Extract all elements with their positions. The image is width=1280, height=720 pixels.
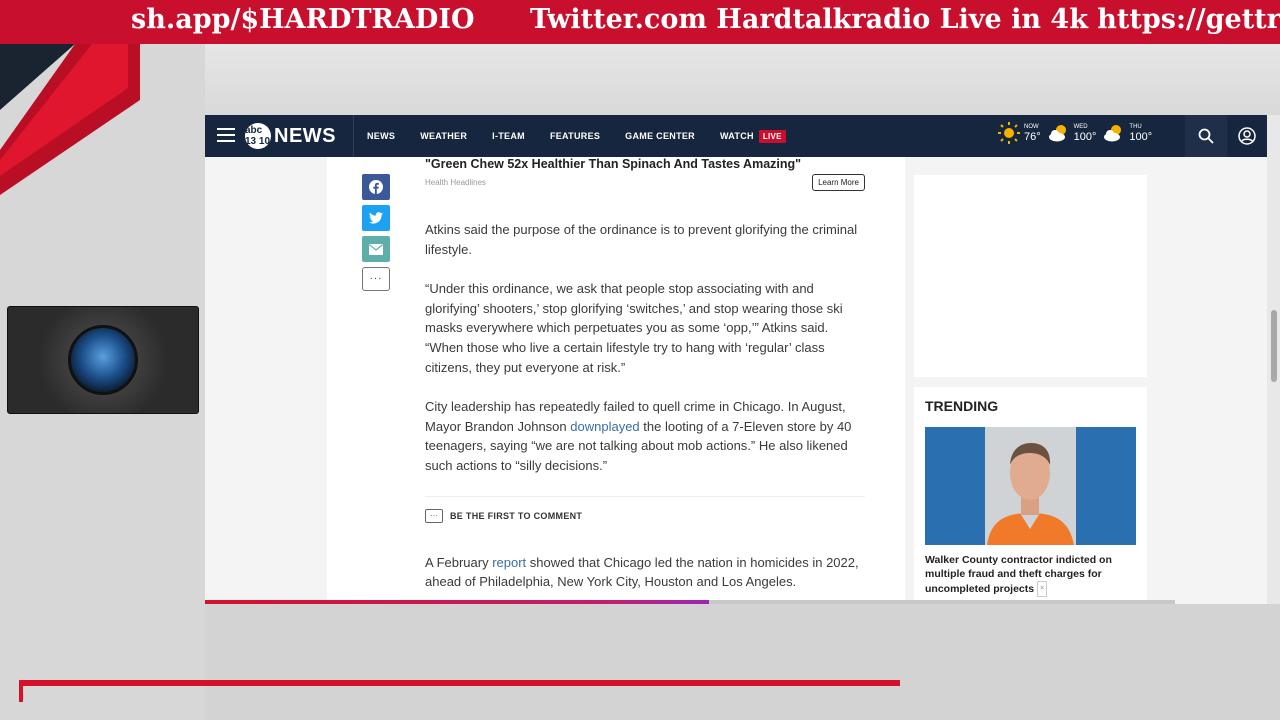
logo-text: NEWS [274, 124, 336, 147]
weather-temp: 76° [1024, 130, 1041, 143]
stream-ticker: sh.app/$HARDTRADIO Twitter.com Hardtalkr… [0, 0, 1280, 44]
overlay-bottom-bar [19, 680, 900, 686]
site-logo[interactable]: abc 13 10 NEWS [245, 123, 336, 149]
email-icon [369, 243, 383, 255]
trending-headline-text: Walker County contractor indicted on mul… [925, 554, 1112, 595]
paragraph-text: A February [425, 554, 493, 570]
sponsored-ad-title[interactable]: "Green Chew 52x Healthier Than Spinach A… [425, 157, 865, 171]
search-button[interactable] [1185, 115, 1227, 157]
webcam-ring [38, 307, 168, 413]
report-link[interactable]: report [492, 555, 526, 570]
twitter-icon [369, 212, 383, 224]
nav-game-center[interactable]: GAME CENTER [625, 131, 695, 141]
nav-news[interactable]: NEWS [367, 131, 395, 141]
downplayed-link[interactable]: downplayed [570, 419, 639, 434]
comment-icon: ··· [425, 508, 443, 523]
share-facebook-button[interactable] [362, 174, 390, 200]
article-body: "Green Chew 52x Healthier Than Spinach A… [425, 157, 865, 592]
nav-watch-live[interactable]: WATCH LIVE [719, 130, 786, 143]
facebook-icon [369, 180, 383, 194]
article-paragraph: “Under this ordinance, we ask that peopl… [425, 281, 843, 375]
weather-temp: 100° [1129, 130, 1153, 143]
trending-title: TRENDING [925, 398, 999, 414]
weather-thu: THU 100° [1102, 121, 1152, 145]
ticker-text-left: sh.app/$HARDTRADIO [131, 4, 475, 35]
webcam-overlay [7, 306, 199, 414]
overlay-bottom-tick [19, 680, 23, 702]
sidebar-ad-slot [914, 175, 1147, 377]
trending-headline[interactable]: Walker County contractor indicted on mul… [925, 553, 1137, 597]
nav-iteam[interactable]: I-TEAM [492, 131, 525, 141]
web-page: abc 13 10 NEWS NEWS WEATHER I-TEAM FEATU… [205, 115, 1267, 604]
partly-cloudy-icon [1104, 125, 1122, 142]
comment-cta[interactable]: ··· BE THE FIRST TO COMMENT [425, 495, 865, 523]
weather-widget[interactable]: NOW 76° WED 100° THU 100° [997, 121, 1158, 145]
user-icon [1238, 127, 1256, 145]
weather-temp: 100° [1073, 130, 1097, 143]
learn-more-button[interactable]: Learn More [812, 174, 865, 191]
menu-icon[interactable] [217, 128, 235, 142]
article-paragraph: City leadership has repeatedly failed to… [425, 397, 865, 475]
nav-links: NEWS WEATHER I-TEAM FEATURES GAME CENTER… [367, 115, 811, 157]
ticker-text-right: Twitter.com Hardtalkradio Live in 4k htt… [530, 4, 1280, 35]
comment-cta-label: BE THE FIRST TO COMMENT [450, 510, 583, 521]
share-bar: ··· [362, 174, 390, 296]
capture-lower-area [205, 604, 1280, 720]
weather-wed: WED 100° [1047, 121, 1097, 145]
sun-icon [998, 122, 1020, 144]
account-button[interactable] [1227, 115, 1267, 157]
browser-capture: abc 13 10 NEWS NEWS WEATHER I-TEAM FEATU… [205, 44, 1280, 720]
sponsored-ad-source: Health Headlines [425, 178, 486, 187]
overlay-corner-top-left [0, 44, 140, 195]
search-icon [1198, 128, 1214, 144]
trending-module: TRENDING Walker County contractor indict… [914, 387, 1147, 604]
live-badge: LIVE [758, 130, 786, 143]
nav-weather[interactable]: WEATHER [420, 131, 467, 141]
more-icon: ··· [369, 273, 383, 284]
webcam-feed [68, 325, 138, 395]
ad-close-icon[interactable]: × [1037, 581, 1048, 597]
site-navbar: abc 13 10 NEWS NEWS WEATHER I-TEAM FEATU… [205, 115, 1267, 157]
sponsored-ad-row: Health Headlines Learn More [425, 174, 865, 191]
share-twitter-button[interactable] [362, 205, 390, 231]
weather-now: NOW 76° [997, 121, 1041, 145]
weather-day: THU [1129, 123, 1142, 130]
share-email-button[interactable] [362, 236, 390, 262]
share-more-button[interactable]: ··· [362, 267, 390, 291]
weather-day: NOW [1024, 123, 1039, 130]
capture-top-area [205, 44, 1280, 115]
nav-watch-label: WATCH [719, 131, 754, 141]
article-paragraph: Atkins said the purpose of the ordinance… [425, 222, 858, 257]
page-scrollbar[interactable] [1267, 115, 1280, 604]
trending-image[interactable] [925, 427, 1136, 545]
page-scrollbar-thumb[interactable] [1271, 310, 1277, 382]
article-paragraph: A February report showed that Chicago le… [425, 553, 865, 592]
partly-cloudy-icon [1048, 125, 1066, 142]
article-column: ··· "Green Chew 52x Healthier Than Spina… [327, 157, 905, 604]
weather-day: WED [1073, 123, 1088, 130]
logo-badge: abc 13 10 [245, 123, 271, 149]
nav-divider [353, 115, 354, 157]
nav-features[interactable]: FEATURES [550, 131, 600, 141]
